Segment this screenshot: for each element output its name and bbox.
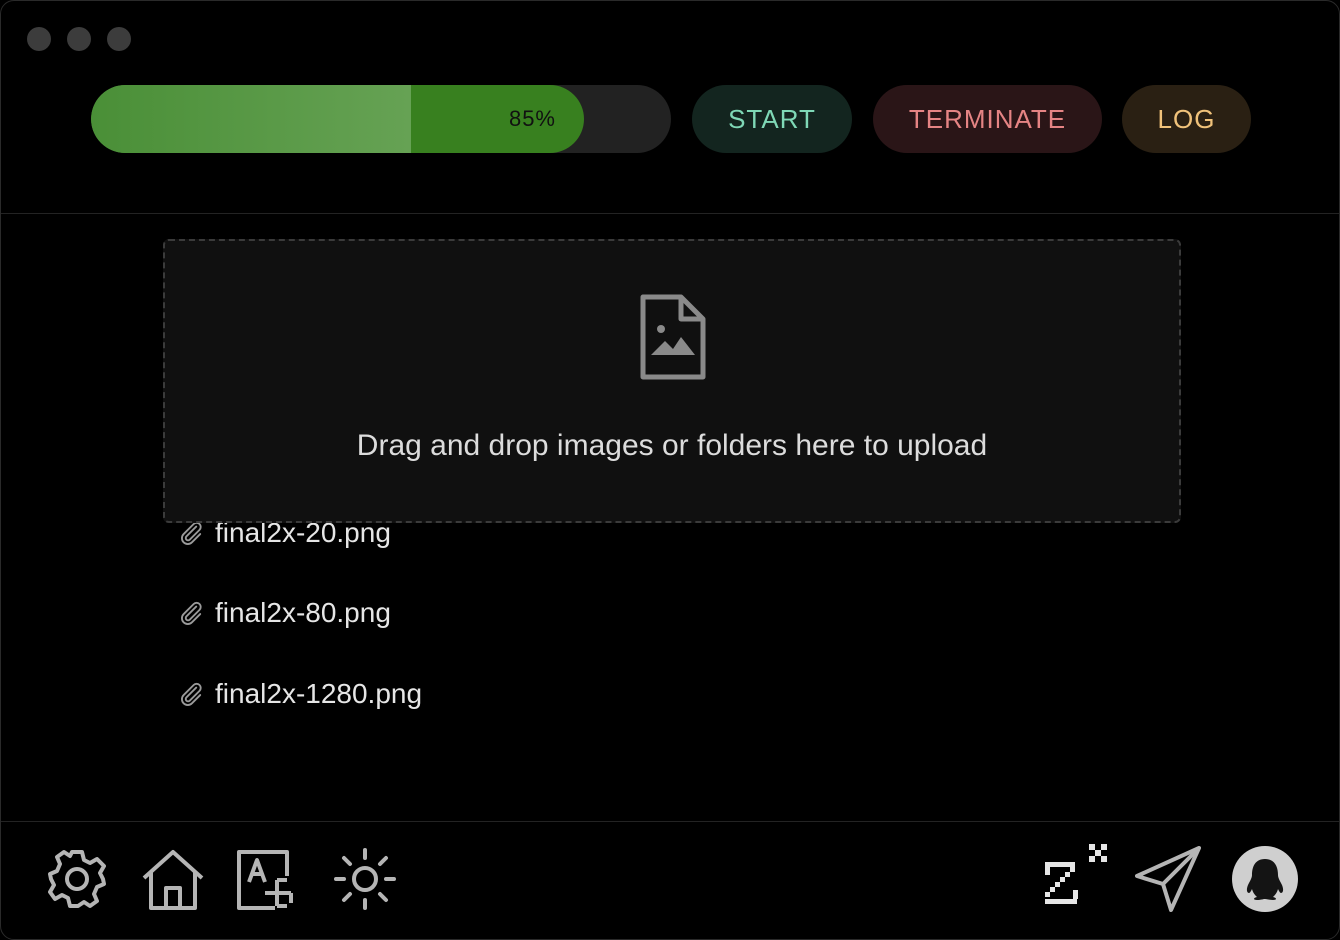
minimize-window-button[interactable] [67,27,91,51]
image-file-icon [640,294,706,380]
progress-label: 85% [508,106,556,131]
sun-icon[interactable] [332,846,398,912]
paperclip-icon [181,682,202,706]
progress-fill: 85% [91,85,584,153]
maximize-window-button[interactable] [107,27,131,51]
paperclip-icon [181,521,202,545]
start-button[interactable]: START [692,85,852,153]
app-window: 85% START TERMINATE LOG final2x-20.png f… [0,0,1340,940]
log-button[interactable]: LOG [1122,85,1251,153]
paperclip-icon [181,601,202,625]
top-divider [1,213,1339,214]
progress-shine [91,85,411,153]
z-logo-icon[interactable] [1041,842,1111,912]
dropzone-text: Drag and drop images or folders here to … [356,429,988,462]
upload-dropzone[interactable]: Drag and drop images or folders here to … [163,239,1181,523]
window-controls [27,27,131,51]
close-window-button[interactable] [27,27,51,51]
file-item[interactable]: final2x-80.png [177,597,391,629]
file-name: final2x-80.png [215,597,391,628]
file-name: final2x-1280.png [215,678,423,709]
file-item[interactable]: final2x-1280.png [177,678,422,710]
bottom-toolbar [1,822,1339,939]
terminate-button[interactable]: TERMINATE [873,85,1102,153]
home-icon[interactable] [140,846,206,912]
gear-icon[interactable] [44,846,110,912]
send-icon[interactable] [1135,846,1201,912]
qq-penguin-icon[interactable] [1231,845,1299,913]
progress-bar: 85% [91,85,671,153]
font-add-icon[interactable] [235,846,301,912]
